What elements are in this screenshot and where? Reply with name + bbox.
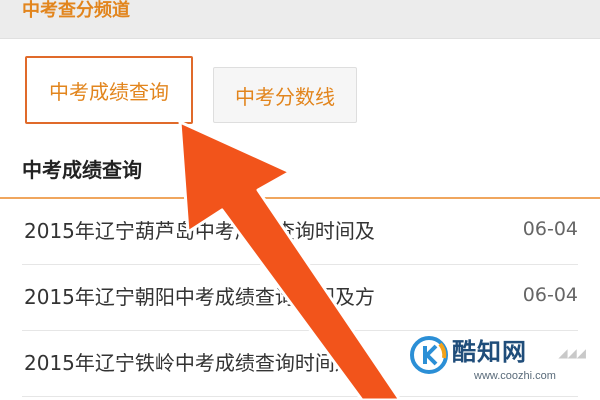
news-item[interactable]: 2015年辽宁朝阳中考成绩查询时间及方 06-04: [22, 265, 578, 331]
channel-title: 中考查分频道: [22, 0, 130, 21]
news-title[interactable]: 2015年辽宁铁岭中考成绩查询时间及: [24, 349, 355, 377]
channel-header: 中考查分频道: [0, 0, 600, 39]
news-title[interactable]: 2015年辽宁葫芦岛中考成绩查询时间及: [24, 217, 375, 245]
section-heading: 中考成绩查询: [22, 158, 142, 182]
coozhi-logo-icon: [410, 336, 448, 374]
tab-score-line[interactable]: 中考分数线: [213, 67, 357, 123]
news-title[interactable]: 2015年辽宁朝阳中考成绩查询时间及方: [24, 283, 375, 311]
watermark: 酷知网 www.coozhi.com ◢◢◢: [402, 332, 598, 394]
news-item[interactable]: 2015年辽宁葫芦岛中考成绩查询时间及 06-04: [22, 199, 578, 265]
tab-score-query[interactable]: 中考成绩查询: [25, 56, 193, 124]
news-date: 06-04: [522, 284, 578, 306]
watermark-brand: 酷知网: [452, 338, 527, 366]
tab-area: 中考成绩查询 中考分数线: [0, 39, 600, 149]
watermark-url: www.coozhi.com: [474, 370, 556, 382]
signal-icon: ◢◢◢: [558, 346, 586, 360]
news-date: 06-04: [522, 218, 578, 240]
